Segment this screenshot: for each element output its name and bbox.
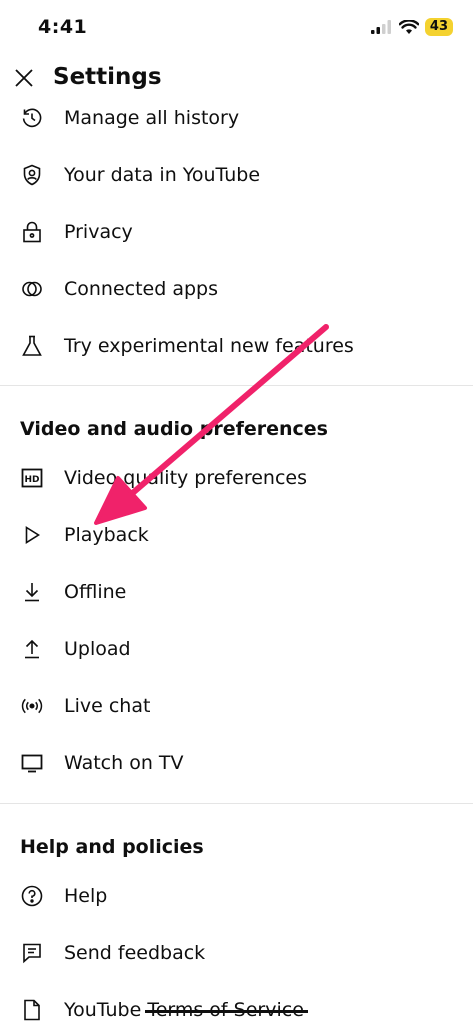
svg-text:HD: HD [24, 475, 39, 485]
hd-icon: HD [20, 466, 44, 490]
terms-label-struck: Terms of Service [147, 999, 304, 1021]
play-icon [20, 523, 44, 547]
section-title-help: Help and policies [20, 836, 204, 858]
settings-item-video-quality[interactable]: HD Video quality preferences [0, 453, 473, 503]
wifi-icon [398, 19, 419, 34]
settings-item-label: Try experimental new features [64, 335, 354, 357]
document-icon [20, 998, 44, 1022]
settings-item-label: Live chat [64, 695, 151, 717]
settings-item-live-chat[interactable]: Live chat [0, 681, 473, 731]
settings-item-manage-history[interactable]: Manage all history [0, 93, 473, 143]
settings-item-label: Watch on TV [64, 752, 184, 774]
status-bar: 4:41 43 [0, 0, 473, 58]
battery-indicator: 43 [424, 18, 453, 36]
settings-item-experimental[interactable]: Try experimental new features [0, 321, 473, 371]
history-icon [20, 106, 44, 130]
connected-apps-icon [20, 277, 44, 301]
divider [0, 385, 473, 386]
settings-item-watch-on-tv[interactable]: Watch on TV [0, 738, 473, 788]
settings-item-label: Playback [64, 524, 149, 546]
status-icons: 43 [370, 18, 453, 36]
settings-item-label: Video quality preferences [64, 467, 307, 489]
settings-item-label: Upload [64, 638, 131, 660]
help-icon [20, 884, 44, 908]
settings-item-label: Help [64, 885, 108, 907]
shield-person-icon [20, 163, 44, 187]
settings-item-label: Offline [64, 581, 127, 603]
settings-item-label: Connected apps [64, 278, 219, 300]
flask-icon [20, 334, 44, 358]
tv-icon [20, 751, 44, 775]
settings-item-your-data[interactable]: Your data in YouTube [0, 150, 473, 200]
page-title: Settings [53, 64, 162, 90]
settings-item-offline[interactable]: Offline [0, 567, 473, 617]
status-time: 4:41 [38, 16, 88, 38]
settings-item-label: Manage all history [64, 107, 240, 129]
settings-item-terms[interactable]: YouTube Terms of Service [0, 985, 473, 1035]
upload-icon [20, 637, 44, 661]
live-icon [20, 694, 44, 718]
lock-icon [20, 220, 44, 244]
settings-item-playback[interactable]: Playback [0, 510, 473, 560]
close-icon [15, 69, 33, 87]
terms-label-main: YouTube [64, 999, 142, 1021]
settings-item-connected-apps[interactable]: Connected apps [0, 264, 473, 314]
section-title-video-audio: Video and audio preferences [20, 418, 328, 440]
settings-item-label: Send feedback [64, 942, 206, 964]
settings-item-label: YouTube Terms of Service [64, 999, 304, 1021]
settings-item-label: Privacy [64, 221, 133, 243]
settings-item-label: Your data in YouTube [64, 164, 261, 186]
signal-icon [370, 20, 391, 34]
settings-item-privacy[interactable]: Privacy [0, 207, 473, 257]
settings-item-upload[interactable]: Upload [0, 624, 473, 674]
divider [0, 803, 473, 804]
feedback-icon [20, 941, 44, 965]
settings-item-send-feedback[interactable]: Send feedback [0, 928, 473, 978]
close-button[interactable] [12, 66, 36, 90]
download-icon [20, 580, 44, 604]
settings-item-help[interactable]: Help [0, 871, 473, 921]
